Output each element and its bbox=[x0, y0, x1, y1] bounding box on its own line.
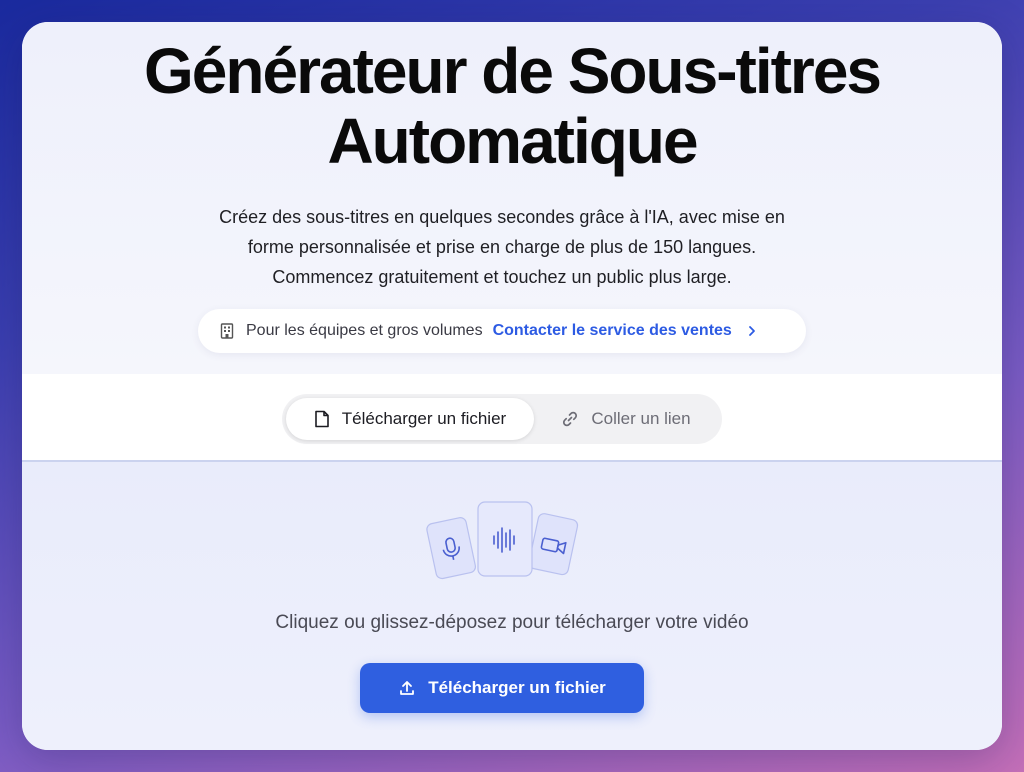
link-icon bbox=[563, 411, 578, 427]
page-title: Générateur de Sous-titres Automatique bbox=[22, 36, 1002, 176]
upload-file-button-label: Télécharger un fichier bbox=[428, 678, 606, 697]
source-tabs: Télécharger un fichier Coller un lien bbox=[282, 394, 722, 444]
tab-paste-link[interactable]: Coller un lien bbox=[534, 398, 718, 440]
sales-text: Pour les équipes et gros volumes bbox=[246, 322, 483, 339]
upload-icon bbox=[400, 681, 415, 695]
subtitle-line-1: Créez des sous-titres en quelques second… bbox=[219, 207, 785, 227]
microphone-icon bbox=[426, 517, 477, 580]
tab-upload-file-label: Télécharger un fichier bbox=[341, 409, 507, 428]
subtitle-line-2: forme personnalisée et prise en charge d… bbox=[247, 237, 757, 257]
contact-sales-link[interactable]: Contacter le service des ventes bbox=[493, 322, 732, 340]
title-line-1: Générateur de Sous-titres bbox=[144, 35, 882, 107]
tab-paste-link-label: Coller un lien bbox=[591, 409, 691, 428]
audio-waveform-icon bbox=[477, 501, 533, 577]
title-line-2: Automatique bbox=[327, 105, 698, 177]
main-card: Générateur de Sous-titres Automatique Cr… bbox=[22, 22, 1002, 750]
hero-section: Générateur de Sous-titres Automatique Cr… bbox=[22, 22, 1002, 374]
chevron-right-icon bbox=[748, 326, 755, 336]
hero-subtitle: Créez des sous-titres en quelques second… bbox=[172, 202, 832, 292]
upload-file-button[interactable]: Télécharger un fichier bbox=[360, 663, 644, 713]
building-icon bbox=[220, 323, 234, 339]
upload-dropzone[interactable]: Cliquez ou glissez-déposez pour téléchar… bbox=[22, 462, 1002, 750]
media-files-illustration bbox=[426, 501, 579, 580]
source-tabs-band: Télécharger un fichier Coller un lien bbox=[22, 374, 1002, 462]
video-camera-icon bbox=[528, 513, 579, 576]
tab-upload-file[interactable]: Télécharger un fichier bbox=[286, 398, 534, 440]
dropzone-prompt: Cliquez ou glissez-déposez pour téléchar… bbox=[275, 612, 749, 633]
sales-contact-pill[interactable]: Pour les équipes et gros volumes Contact… bbox=[198, 309, 806, 353]
file-icon bbox=[314, 410, 329, 428]
subtitle-line-3: Commencez gratuitement et touchez un pub… bbox=[272, 267, 732, 287]
